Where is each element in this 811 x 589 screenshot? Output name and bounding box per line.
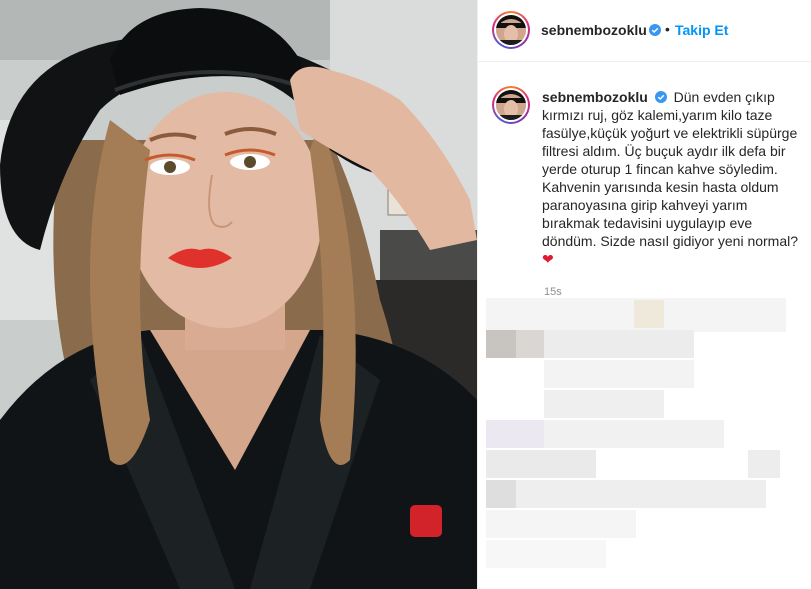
verified-badge-icon <box>649 24 661 36</box>
post-timestamp[interactable]: 15s <box>544 286 562 298</box>
blurred-block <box>544 330 694 358</box>
caption-avatar[interactable] <box>492 86 530 124</box>
blurred-block <box>544 390 664 418</box>
verified-badge-icon <box>654 91 667 104</box>
post-photo[interactable] <box>0 0 477 589</box>
blurred-block <box>486 480 516 508</box>
blurred-block <box>544 360 694 388</box>
blurred-comments <box>486 298 811 589</box>
blurred-block <box>516 330 544 358</box>
header-avatar[interactable] <box>492 11 530 49</box>
blurred-block <box>486 450 596 478</box>
caption-text: sebnembozoklu Dün evden çıkıp kırmızı ru… <box>542 88 800 268</box>
blurred-block <box>486 540 606 568</box>
caption-body: Dün evden çıkıp kırmızı ruj, göz kalemi,… <box>542 89 799 249</box>
blurred-block <box>486 330 516 358</box>
blurred-block <box>544 420 724 448</box>
follow-button[interactable]: Takip Et <box>675 22 728 38</box>
blurred-block <box>634 300 664 328</box>
blurred-block <box>486 510 636 538</box>
post-header: sebnembozoklu • Takip Et <box>478 0 811 62</box>
separator-dot: • <box>665 21 670 37</box>
blurred-block <box>516 480 766 508</box>
header-username[interactable]: sebnembozoklu <box>541 22 647 38</box>
blurred-block <box>748 450 780 478</box>
blurred-block <box>486 420 544 448</box>
post-side-panel: sebnembozoklu • Takip Et sebnembozoklu D… <box>477 0 811 589</box>
selfie-illustration <box>0 0 477 589</box>
caption-username[interactable]: sebnembozoklu <box>542 89 648 105</box>
heart-emoji: ❤ <box>542 251 554 267</box>
